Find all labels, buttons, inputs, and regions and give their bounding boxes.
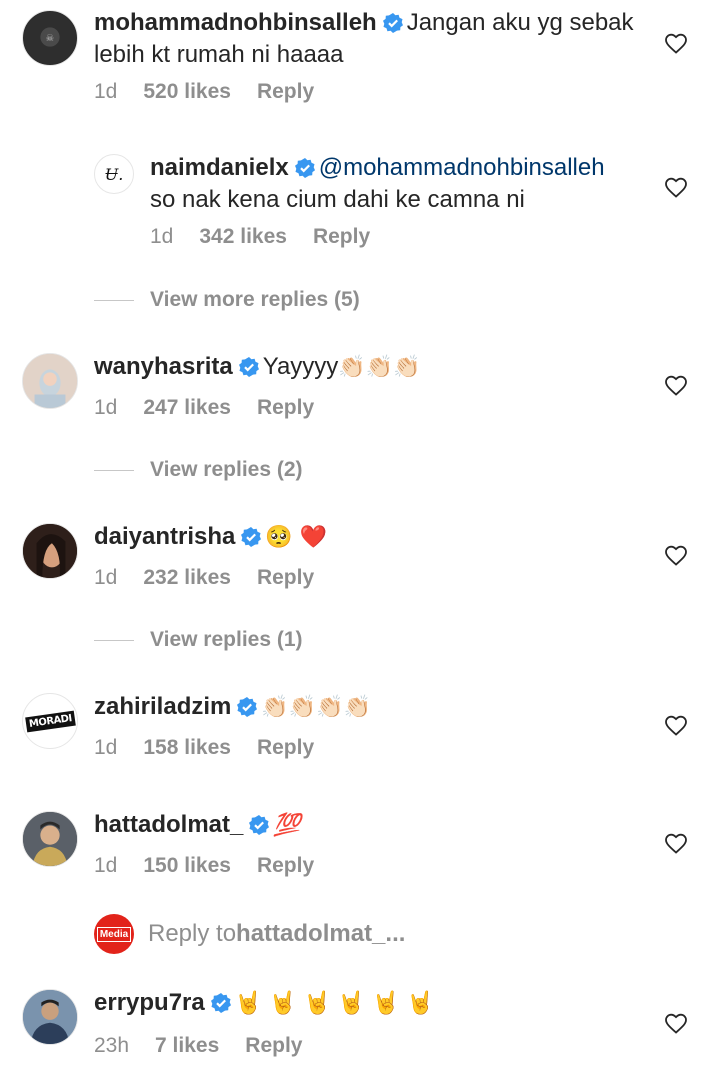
comment-meta: 23h 7 likes Reply — [94, 1034, 328, 1058]
reply-button[interactable]: Reply — [257, 736, 314, 759]
username[interactable]: errypu7ra — [94, 989, 205, 1016]
comment-meta: 1d 150 likes Reply — [94, 854, 340, 878]
view-replies-label: View replies (2) — [150, 458, 303, 481]
likes-count[interactable]: 150 likes — [143, 854, 231, 877]
comment-meta: 1d 342 likes Reply — [150, 225, 396, 249]
mention-link[interactable]: @mohammadnohbinsalleh — [319, 154, 605, 181]
view-more-label: View more replies (5) — [150, 288, 360, 311]
comment-body: Yayyyy — [262, 353, 339, 380]
username[interactable]: mohammadnohbinsalleh — [94, 9, 377, 36]
media-logo: Media — [96, 926, 132, 942]
avatar[interactable] — [22, 989, 78, 1045]
timestamp: 23h — [94, 1034, 130, 1057]
verified-badge-icon — [238, 355, 259, 384]
comment-meta: 1d 247 likes Reply — [94, 396, 340, 420]
clap-emoji: 👏🏻👏🏻👏🏻👏🏻 — [261, 695, 371, 720]
avatar[interactable]: Ʉ. — [94, 154, 134, 194]
comment-meta: 1d 158 likes Reply — [94, 736, 340, 760]
likes-count[interactable]: 520 likes — [143, 80, 231, 103]
reply-button[interactable]: Reply — [257, 80, 314, 103]
moradi-logo: MORADI — [24, 710, 76, 732]
timestamp: 1d — [94, 736, 118, 759]
heart-outline-icon[interactable] — [664, 714, 688, 736]
likes-count[interactable]: 158 likes — [143, 736, 231, 759]
divider — [94, 469, 134, 471]
clap-emoji: 👏🏻👏🏻👏🏻 — [338, 355, 421, 380]
comment-text: daiyantrisha 🥺 ❤️ — [94, 522, 636, 554]
reply-button[interactable]: Reply — [257, 854, 314, 877]
likes-count[interactable]: 342 likes — [199, 225, 287, 248]
username[interactable]: daiyantrisha — [94, 523, 235, 550]
view-more-replies-button[interactable]: View more replies (5) — [94, 288, 360, 312]
comment-text: zahiriladzim 👏🏻👏🏻👏🏻👏🏻 — [94, 692, 636, 724]
emoji-pleading-heart: 🥺 ❤️ — [265, 525, 328, 550]
likes-count[interactable]: 232 likes — [143, 566, 231, 589]
reply-to-target: hattadolmat_... — [236, 920, 406, 947]
timestamp: 1d — [94, 80, 118, 103]
divider — [94, 299, 134, 301]
view-replies-button[interactable]: View replies (1) — [94, 628, 303, 652]
heart-outline-icon[interactable] — [664, 544, 688, 566]
verified-badge-icon — [294, 156, 315, 185]
heart-outline-icon[interactable] — [664, 1012, 688, 1034]
verified-badge-icon — [241, 525, 262, 554]
avatar[interactable] — [22, 523, 78, 579]
username[interactable]: zahiriladzim — [94, 693, 231, 720]
comment-text: errypu7ra 🤘 🤘 🤘 🤘 🤘 🤘 — [94, 988, 636, 1020]
timestamp: 1d — [94, 566, 118, 589]
reply-button[interactable]: Reply — [245, 1034, 302, 1057]
username[interactable]: hattadolmat_ — [94, 811, 243, 838]
comment-text: hattadolmat_ 💯 — [94, 810, 636, 842]
view-replies-label: View replies (1) — [150, 628, 303, 651]
comment-text: mohammadnohbinsalleh Jangan aku yg sebak … — [94, 8, 636, 69]
heart-outline-icon[interactable] — [664, 176, 688, 198]
reply-button[interactable]: Reply — [257, 396, 314, 419]
timestamp: 1d — [94, 396, 118, 419]
avatar[interactable]: MORADI — [22, 693, 78, 749]
comment-text: wanyhasrita Yayyyy👏🏻👏🏻👏🏻 — [94, 352, 636, 384]
avatar[interactable]: ☠ — [22, 10, 78, 66]
view-replies-button[interactable]: View replies (2) — [94, 458, 303, 482]
comment-meta: 1d 520 likes Reply — [94, 80, 340, 104]
comment-meta: 1d 232 likes Reply — [94, 566, 340, 590]
comment-text: naimdanielx @mohammadnohbinsalleh so nak k… — [150, 153, 636, 214]
heart-outline-icon[interactable] — [664, 374, 688, 396]
username[interactable]: wanyhasrita — [94, 353, 233, 380]
reply-to-input[interactable]: Media Reply to hattadolmat_... — [94, 914, 405, 954]
svg-text:☠: ☠ — [46, 33, 55, 44]
verified-badge-icon — [382, 11, 403, 40]
reply-button[interactable]: Reply — [257, 566, 314, 589]
hundred-points-emoji: 💯 — [273, 813, 301, 838]
rock-on-emoji: 🤘 🤘 🤘 🤘 🤘 🤘 — [234, 991, 435, 1016]
timestamp: 1d — [150, 225, 174, 248]
heart-outline-icon[interactable] — [664, 32, 688, 54]
verified-badge-icon — [249, 813, 270, 842]
verified-badge-icon — [237, 695, 258, 724]
media-avatar: Media — [94, 914, 134, 954]
reply-to-prefix: Reply to — [148, 920, 237, 947]
username[interactable]: naimdanielx — [150, 154, 289, 181]
timestamp: 1d — [94, 854, 118, 877]
likes-count[interactable]: 7 likes — [155, 1034, 219, 1057]
verified-badge-icon — [210, 991, 231, 1020]
heart-outline-icon[interactable] — [664, 832, 688, 854]
naimdanielx-logo: Ʉ. — [104, 164, 124, 184]
likes-count[interactable]: 247 likes — [143, 396, 231, 419]
avatar[interactable] — [22, 811, 78, 867]
reply-button[interactable]: Reply — [313, 225, 370, 248]
comment-body: so nak kena cium dahi ke camna ni — [150, 186, 525, 213]
avatar[interactable] — [22, 353, 78, 409]
divider — [94, 639, 134, 641]
